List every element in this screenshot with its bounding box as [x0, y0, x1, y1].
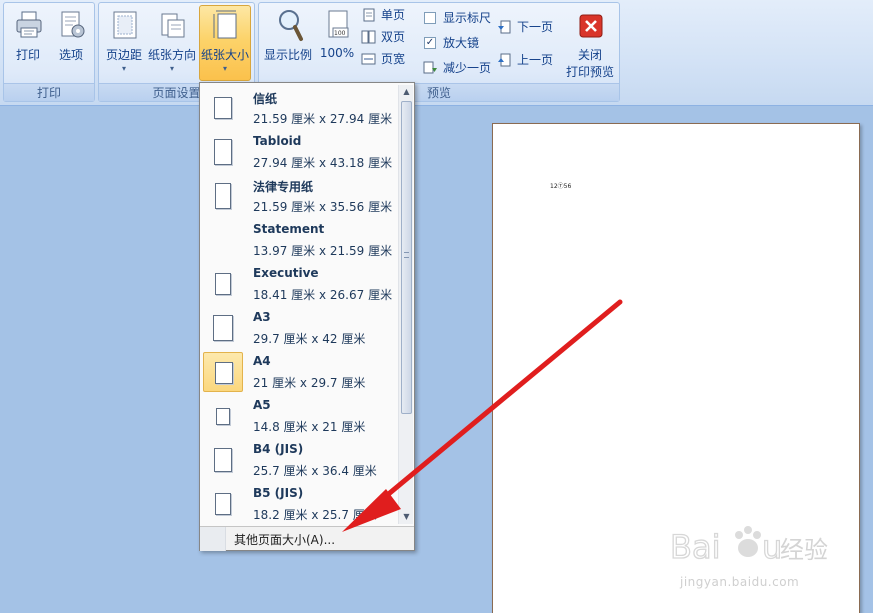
red-annotation-arrow [342, 299, 623, 532]
